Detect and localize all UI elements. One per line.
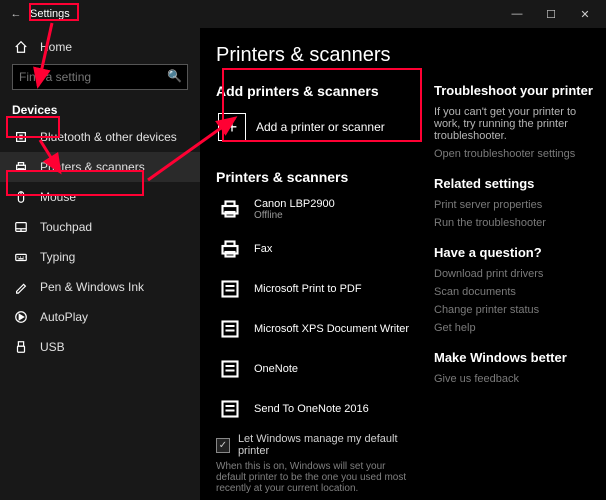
minimize-button[interactable]: — bbox=[500, 8, 534, 20]
sidebar-item-label: Bluetooth & other devices bbox=[40, 130, 177, 144]
printer-icon bbox=[216, 355, 244, 383]
troubleshoot-link[interactable]: Open troubleshooter settings bbox=[434, 148, 596, 160]
question-link[interactable]: Scan documents bbox=[434, 286, 596, 298]
sidebar-item-label: Mouse bbox=[40, 190, 76, 204]
sidebar-item-home[interactable]: Home bbox=[0, 34, 200, 60]
pen-icon bbox=[12, 278, 30, 296]
sidebar-item-touchpad[interactable]: Touchpad bbox=[0, 212, 200, 242]
default-printer-checkbox[interactable]: ✓ bbox=[216, 438, 230, 453]
sidebar: Home 🔍 Devices Bluetooth & other devices… bbox=[0, 28, 200, 500]
printer-icon bbox=[216, 315, 244, 343]
add-printer-label: Add a printer or scanner bbox=[256, 120, 385, 134]
device-item[interactable]: Send To OneNote 2016 bbox=[216, 393, 416, 425]
sidebar-item-label: AutoPlay bbox=[40, 310, 88, 324]
sidebar-item-bluetooth[interactable]: Bluetooth & other devices bbox=[0, 122, 200, 152]
printer-icon bbox=[12, 158, 30, 176]
sidebar-item-mouse[interactable]: Mouse bbox=[0, 182, 200, 212]
autoplay-icon bbox=[12, 308, 30, 326]
question-link[interactable]: Get help bbox=[434, 322, 596, 334]
default-printer-label: Let Windows manage my default printer bbox=[238, 433, 416, 457]
sidebar-item-label: Pen & Windows Ink bbox=[40, 280, 144, 294]
sidebar-item-usb[interactable]: USB bbox=[0, 332, 200, 362]
close-button[interactable]: ✕ bbox=[568, 8, 602, 21]
keyboard-icon bbox=[12, 248, 30, 266]
sidebar-home-label: Home bbox=[40, 40, 72, 54]
related-header: Related settings bbox=[434, 176, 596, 191]
titlebar: ← Settings — ☐ ✕ bbox=[0, 0, 606, 28]
app-title: Settings bbox=[28, 8, 72, 20]
page-title: Printers & scanners bbox=[216, 44, 606, 67]
search-wrap: 🔍 bbox=[12, 64, 188, 90]
add-printers-header: Add printers & scanners bbox=[216, 83, 416, 99]
better-header: Make Windows better bbox=[434, 350, 596, 365]
related-link[interactable]: Print server properties bbox=[434, 199, 596, 211]
device-item[interactable]: Canon LBP2900 Offline bbox=[216, 193, 416, 225]
device-item[interactable]: Microsoft XPS Document Writer bbox=[216, 313, 416, 345]
related-link[interactable]: Run the troubleshooter bbox=[434, 217, 596, 229]
back-button[interactable]: ← bbox=[4, 8, 28, 20]
plus-icon: + bbox=[218, 113, 246, 141]
printer-icon bbox=[216, 395, 244, 423]
default-printer-desc: When this is on, Windows will set your d… bbox=[216, 461, 416, 494]
sidebar-section-header: Devices bbox=[0, 98, 200, 122]
device-name: OneNote bbox=[254, 363, 298, 375]
devices-list-header: Printers & scanners bbox=[216, 169, 416, 185]
touchpad-icon bbox=[12, 218, 30, 236]
home-icon bbox=[12, 38, 30, 56]
maximize-button[interactable]: ☐ bbox=[534, 8, 568, 21]
device-name: Microsoft Print to PDF bbox=[254, 283, 362, 295]
device-item[interactable]: Microsoft Print to PDF bbox=[216, 273, 416, 305]
main-content: Printers & scanners Add printers & scann… bbox=[200, 28, 606, 500]
usb-icon bbox=[12, 338, 30, 356]
printer-icon bbox=[216, 275, 244, 303]
bluetooth-icon bbox=[12, 128, 30, 146]
sidebar-item-label: Printers & scanners bbox=[40, 160, 145, 174]
feedback-link[interactable]: Give us feedback bbox=[434, 373, 596, 385]
add-printer-button[interactable]: + Add a printer or scanner bbox=[216, 107, 416, 151]
troubleshoot-header: Troubleshoot your printer bbox=[434, 83, 596, 98]
device-item[interactable]: OneNote bbox=[216, 353, 416, 385]
sidebar-item-label: Touchpad bbox=[40, 220, 92, 234]
device-name: Microsoft XPS Document Writer bbox=[254, 323, 409, 335]
search-input[interactable] bbox=[12, 64, 188, 90]
sidebar-item-typing[interactable]: Typing bbox=[0, 242, 200, 272]
device-name: Send To OneNote 2016 bbox=[254, 403, 369, 415]
sidebar-item-label: USB bbox=[40, 340, 65, 354]
question-header: Have a question? bbox=[434, 245, 596, 260]
question-link[interactable]: Download print drivers bbox=[434, 268, 596, 280]
question-link[interactable]: Change printer status bbox=[434, 304, 596, 316]
printer-icon bbox=[216, 195, 244, 223]
device-name: Canon LBP2900 bbox=[254, 198, 335, 210]
printer-icon bbox=[216, 235, 244, 263]
sidebar-item-autoplay[interactable]: AutoPlay bbox=[0, 302, 200, 332]
sidebar-item-label: Typing bbox=[40, 250, 75, 264]
mouse-icon bbox=[12, 188, 30, 206]
device-status: Offline bbox=[254, 210, 335, 221]
sidebar-item-pen[interactable]: Pen & Windows Ink bbox=[0, 272, 200, 302]
device-item[interactable]: Fax bbox=[216, 233, 416, 265]
sidebar-item-printers[interactable]: Printers & scanners bbox=[0, 152, 200, 182]
troubleshoot-text: If you can't get your printer to work, t… bbox=[434, 106, 596, 142]
device-name: Fax bbox=[254, 243, 272, 255]
